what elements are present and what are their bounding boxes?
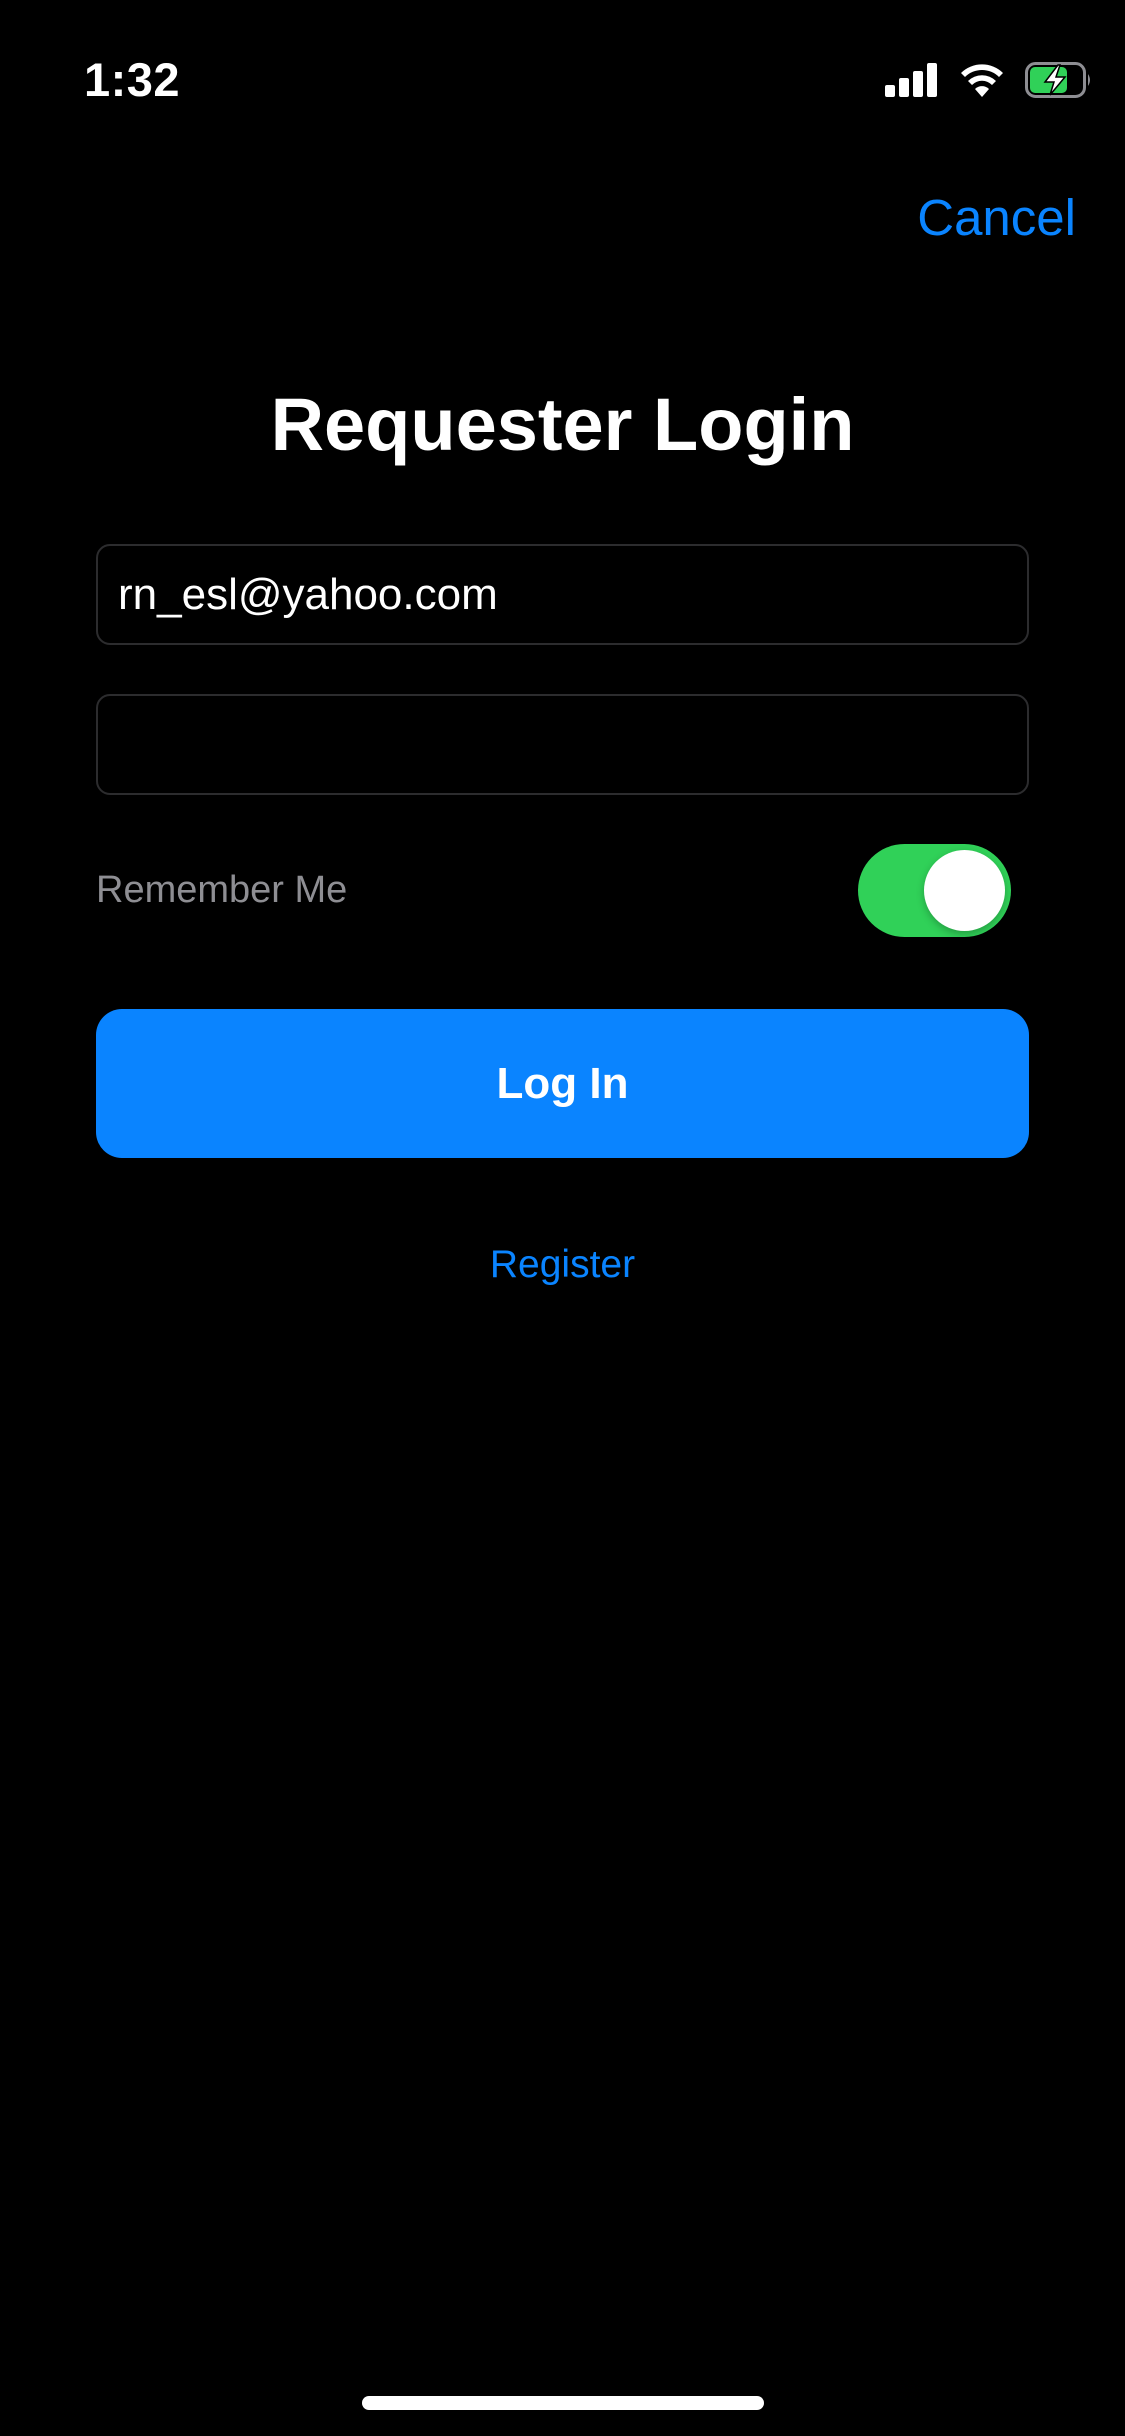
battery-charging-icon	[1025, 61, 1093, 103]
password-field[interactable]	[96, 694, 1029, 795]
remember-me-label: Remember Me	[96, 869, 348, 911]
status-time: 1:32	[84, 53, 181, 106]
remember-me-toggle[interactable]	[858, 844, 1011, 937]
email-field[interactable]	[96, 544, 1029, 645]
register-link[interactable]: Register	[0, 1240, 1125, 1290]
log-in-button[interactable]: Log In	[96, 1009, 1029, 1158]
status-bar: 1:32	[0, 0, 1125, 150]
page-title: Requester Login	[270, 383, 855, 466]
cellular-signal-icon	[885, 62, 939, 102]
toggle-knob	[924, 850, 1005, 931]
status-icons	[885, 60, 1093, 104]
wifi-icon	[959, 63, 1005, 102]
home-indicator	[362, 2396, 764, 2410]
cancel-button[interactable]: Cancel	[917, 188, 1076, 248]
